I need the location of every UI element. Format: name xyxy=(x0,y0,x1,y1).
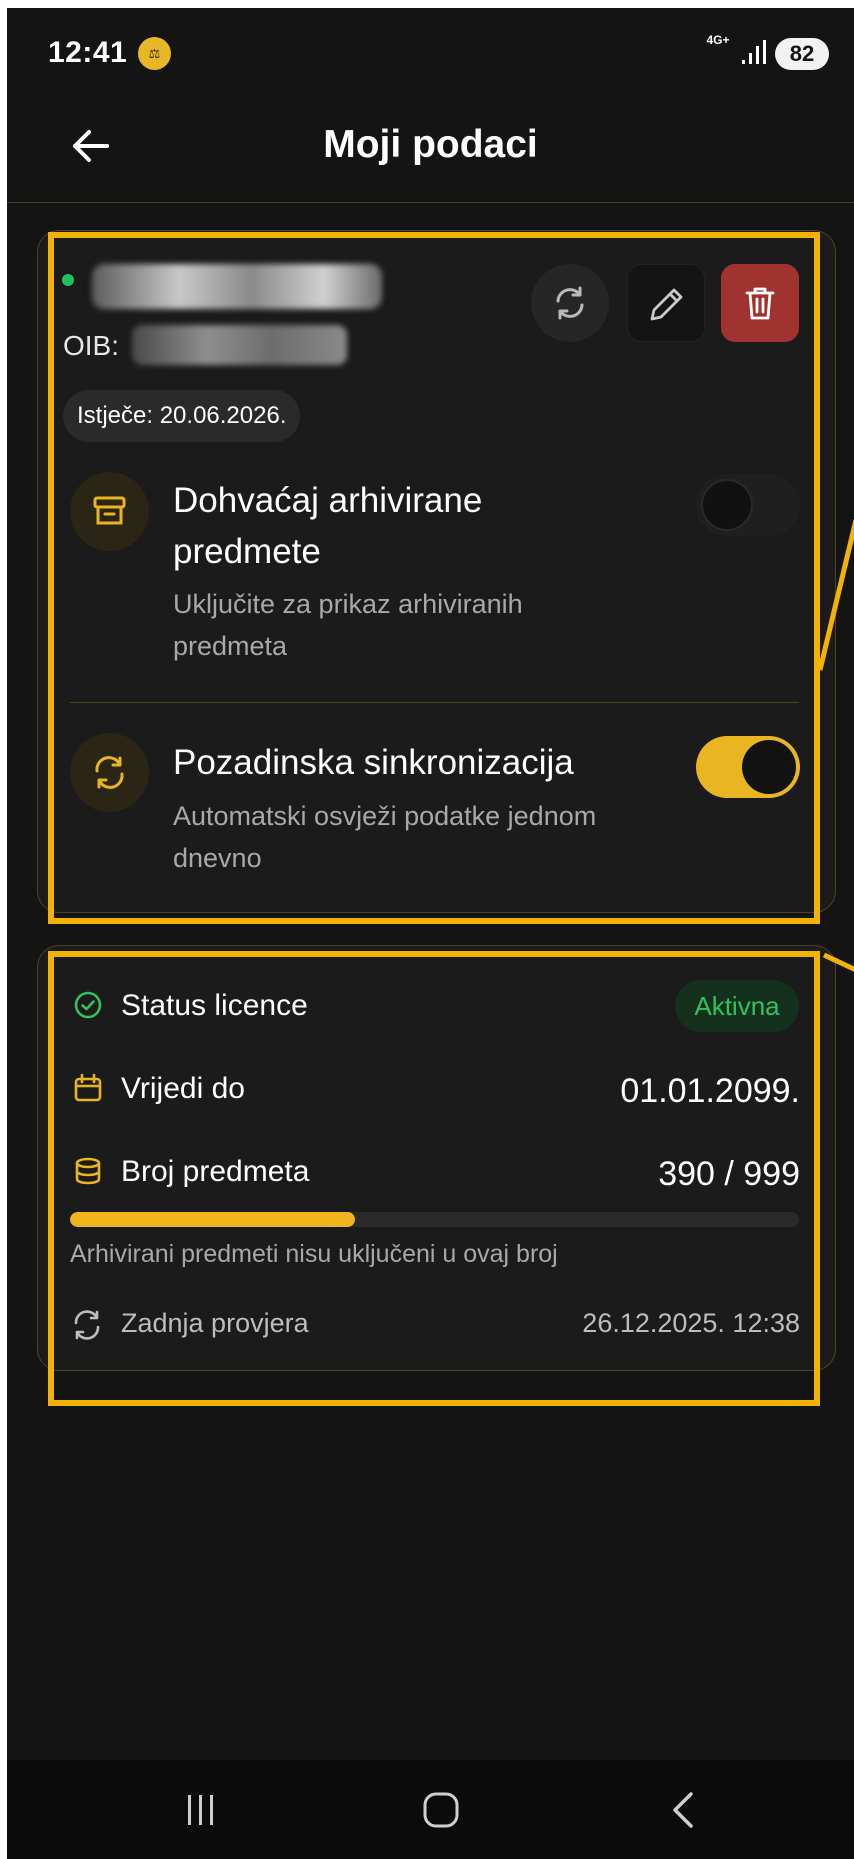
valid-until-value: 01.01.2099. xyxy=(620,1072,800,1110)
home-icon[interactable] xyxy=(411,1782,471,1838)
sync-option-title: Pozadinska sinkronizacija xyxy=(173,743,574,782)
edit-button[interactable] xyxy=(627,264,705,342)
battery-indicator: 82 xyxy=(775,38,829,70)
sync-option-icon-badge xyxy=(70,733,149,812)
archive-toggle[interactable] xyxy=(696,474,800,536)
expiry-chip: Istječe: 20.06.2026. xyxy=(63,390,301,442)
cases-progress-bar xyxy=(70,1212,799,1227)
cases-note: Arhivirani predmeti nisu uključeni u ova… xyxy=(70,1240,558,1268)
cases-value: 390 / 999 xyxy=(658,1155,800,1193)
oib-label: OIB: xyxy=(63,330,120,361)
options-divider xyxy=(70,702,799,703)
sync-icon xyxy=(95,756,124,789)
last-check-value: 26.12.2025. 12:38 xyxy=(582,1308,800,1338)
sync-toggle[interactable] xyxy=(696,736,800,798)
toggle-knob xyxy=(742,740,796,794)
redacted-name xyxy=(92,264,382,309)
refresh-icon xyxy=(556,286,584,320)
cases-progress-fill xyxy=(70,1212,355,1227)
app-header: Moji podaci xyxy=(7,93,854,203)
pencil-icon xyxy=(650,288,683,321)
archive-option-icon-badge xyxy=(70,472,149,551)
archive-option-subtitle: Uključite za prikaz arhiviranih predmeta xyxy=(173,589,523,661)
recent-apps-icon[interactable] xyxy=(170,1782,230,1838)
archive-box-icon xyxy=(93,496,126,525)
cases-label: Broj predmeta xyxy=(121,1155,310,1188)
refresh-icon xyxy=(74,1310,100,1340)
status-bar: 12:41 ⚖ 4G+ 82 xyxy=(7,8,854,93)
network-indicator: 4G+ xyxy=(706,33,730,47)
archive-option-title: Dohvaćaj arhivirane predmete xyxy=(173,481,483,571)
check-circle-icon xyxy=(74,991,102,1019)
sync-option-subtitle: Automatski osvježi podatke jednom dnevno xyxy=(173,801,597,873)
nav-back-icon[interactable] xyxy=(653,1782,713,1838)
signal-icon xyxy=(742,40,766,64)
scales-icon: ⚖ xyxy=(138,37,171,70)
database-icon xyxy=(75,1157,101,1185)
refresh-button[interactable] xyxy=(531,264,609,342)
status-time: 12:41 xyxy=(48,36,128,69)
valid-until-label: Vrijedi do xyxy=(121,1072,245,1105)
license-status-badge: Aktivna xyxy=(675,980,799,1032)
last-check-label: Zadnja provjera xyxy=(121,1308,309,1338)
page-title: Moji podaci xyxy=(323,123,538,166)
license-status-label: Status licence xyxy=(121,989,308,1022)
trash-icon xyxy=(745,287,775,320)
online-status-dot xyxy=(62,274,74,286)
calendar-icon xyxy=(74,1073,102,1102)
system-nav-bar xyxy=(7,1760,854,1859)
delete-button[interactable] xyxy=(721,264,799,342)
redacted-oib xyxy=(132,325,347,365)
toggle-knob xyxy=(701,479,753,531)
